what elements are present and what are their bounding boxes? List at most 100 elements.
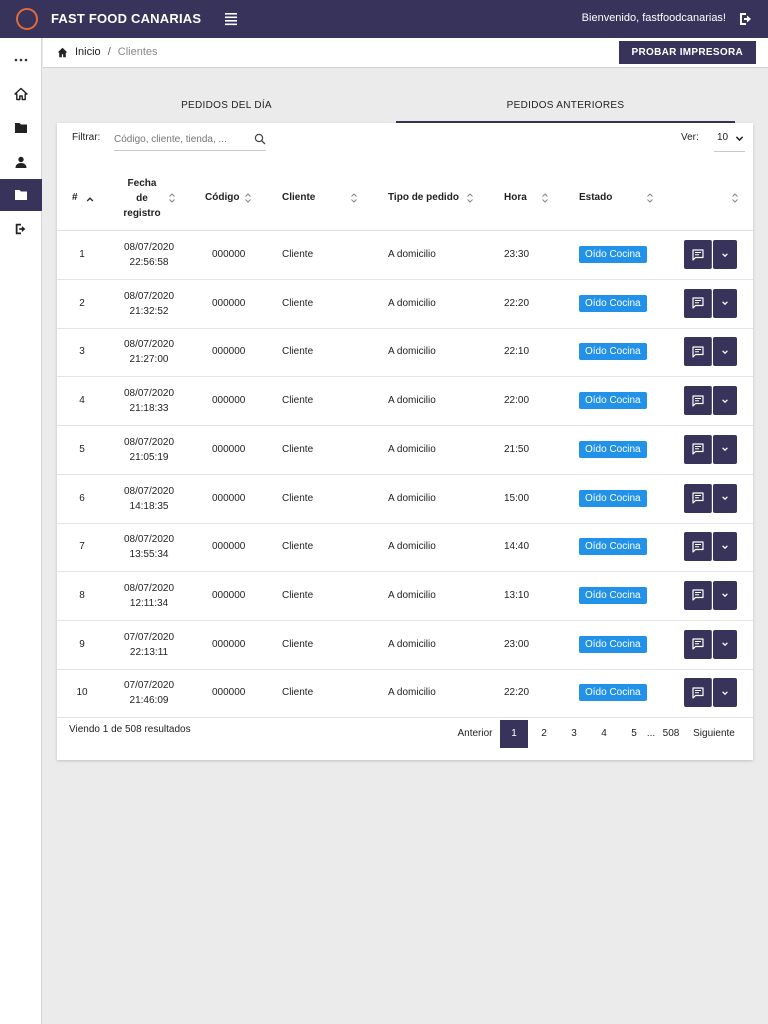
cell-hour: 23:30: [504, 249, 530, 260]
table-row[interactable]: 1 08/07/2020 22:56:58 000000 Cliente A d…: [57, 231, 753, 280]
status-badge: Oído Cocina: [579, 440, 647, 458]
header-client[interactable]: Cliente: [282, 192, 315, 203]
header-status[interactable]: Estado: [579, 192, 612, 203]
logout-icon[interactable]: [738, 11, 754, 27]
cell-order-type: A domicilio: [388, 687, 436, 699]
cell-num: 1: [79, 249, 85, 260]
brand-logo[interactable]: [16, 8, 38, 30]
sort-icon[interactable]: [168, 191, 176, 203]
user-icon[interactable]: [0, 146, 42, 178]
pagination-ellipsis: ...: [646, 728, 656, 739]
row-menu-button[interactable]: [713, 580, 737, 610]
table-row[interactable]: 6 08/07/2020 14:18:35 000000 Cliente A d…: [57, 475, 753, 524]
pagination-next[interactable]: Siguiente: [690, 720, 738, 748]
tab-previous-orders[interactable]: PEDIDOS ANTERIORES: [396, 92, 735, 123]
cell-date-day: 08/07/2020: [123, 582, 175, 594]
cell-date-time: 14:18:35: [129, 500, 169, 512]
comment-button[interactable]: [684, 580, 712, 610]
cell-client: Cliente: [282, 346, 314, 358]
sort-asc-icon[interactable]: [86, 192, 94, 204]
cell-order-type: A domicilio: [388, 249, 436, 260]
cell-date: 08/07/2020 21:27:00: [113, 337, 185, 367]
tab-today-orders[interactable]: PEDIDOS DEL DÍA: [57, 92, 396, 123]
row-menu-button[interactable]: [713, 629, 737, 659]
sort-icon[interactable]: [350, 191, 358, 203]
pagination-page-1[interactable]: 1: [500, 720, 528, 748]
row-menu-button[interactable]: [713, 337, 737, 367]
brand-name[interactable]: FAST FOOD CANARIAS: [51, 11, 201, 26]
home-icon[interactable]: [57, 47, 68, 58]
home-icon[interactable]: [0, 78, 42, 110]
row-menu-button[interactable]: [713, 386, 737, 416]
sidebar-logout-icon[interactable]: [0, 213, 42, 245]
table-row[interactable]: 5 08/07/2020 21:05:19 000000 Cliente A d…: [57, 426, 753, 475]
chevron-down-icon: [722, 350, 728, 354]
more-icon[interactable]: [0, 44, 42, 76]
sort-icon[interactable]: [541, 191, 549, 203]
comment-button[interactable]: [684, 386, 712, 416]
comment-button[interactable]: [684, 483, 712, 513]
cell-order-type: A domicilio: [388, 297, 436, 309]
cell-order-type: A domicilio: [388, 346, 436, 358]
pagination-page-3[interactable]: 3: [560, 720, 588, 748]
comment-button[interactable]: [684, 678, 712, 708]
comment-icon: [691, 346, 704, 358]
search-icon[interactable]: [254, 132, 266, 145]
comment-button[interactable]: [684, 434, 712, 464]
pagination-page-2[interactable]: 2: [530, 720, 558, 748]
cell-num: 6: [79, 492, 85, 504]
chevron-down-icon: [735, 136, 744, 142]
header-code[interactable]: Código: [205, 192, 239, 203]
comment-button[interactable]: [684, 629, 712, 659]
row-menu-button[interactable]: [713, 483, 737, 513]
chevron-down-icon: [722, 545, 728, 549]
table-row[interactable]: 10 07/07/2020 21:46:09 000000 Cliente A …: [57, 669, 753, 719]
table-row[interactable]: 2 08/07/2020 21:32:52 000000 Cliente A d…: [57, 280, 753, 329]
table-row[interactable]: 4 08/07/2020 21:18:33 000000 Cliente A d…: [57, 377, 753, 427]
breadcrumb-separator: /: [107, 46, 111, 58]
filter-input[interactable]: [114, 129, 266, 151]
sort-icon[interactable]: [646, 191, 654, 203]
chevron-down-icon: [722, 496, 728, 501]
header-num[interactable]: #: [72, 192, 78, 203]
row-menu-button[interactable]: [713, 532, 737, 562]
comment-button[interactable]: [684, 288, 712, 318]
sort-icon[interactable]: [244, 191, 252, 203]
sort-icon[interactable]: [731, 191, 739, 203]
table-row[interactable]: 8 08/07/2020 12:11:34 000000 Cliente A d…: [57, 572, 753, 621]
cell-code: 000000: [212, 589, 246, 601]
comment-icon: [691, 443, 704, 455]
row-menu-button[interactable]: [713, 288, 737, 318]
header-date[interactable]: Fecha de registro: [119, 176, 165, 221]
cell-date: 07/07/2020 21:46:09: [113, 678, 185, 708]
comment-button[interactable]: [684, 337, 712, 367]
cell-code: 000000: [212, 687, 246, 699]
row-menu-button[interactable]: [713, 240, 737, 269]
comment-button[interactable]: [684, 240, 712, 269]
header-hour[interactable]: Hora: [504, 192, 527, 203]
table-row[interactable]: 7 08/07/2020 13:55:34 000000 Cliente A d…: [57, 523, 753, 573]
pagination: Anterior 1 2 3 4 5 ... 508 Siguiente: [57, 720, 753, 748]
table-row[interactable]: 3 08/07/2020 21:27:00 000000 Cliente A d…: [57, 328, 753, 378]
row-menu-button[interactable]: [713, 434, 737, 464]
table-row[interactable]: 9 07/07/2020 22:13:11 000000 Cliente A d…: [57, 621, 753, 670]
header-order-type[interactable]: Tipo de pedido: [388, 192, 459, 203]
folder-open-icon[interactable]: [0, 179, 42, 211]
pagination-last-page[interactable]: 508: [659, 720, 683, 748]
cell-client: Cliente: [282, 492, 314, 504]
cell-date-time: 21:32:52: [129, 305, 169, 317]
status-badge: Oído Cocina: [579, 294, 647, 312]
comment-button[interactable]: [684, 532, 712, 562]
breadcrumb-home[interactable]: Inicio: [75, 46, 101, 58]
page-size-select[interactable]: 10: [714, 129, 745, 152]
cell-code: 000000: [212, 638, 246, 650]
pagination-page-4[interactable]: 4: [590, 720, 618, 748]
cell-date-time: 12:11:34: [129, 597, 169, 609]
pagination-prev[interactable]: Anterior: [454, 720, 496, 748]
sort-icon[interactable]: [466, 191, 474, 203]
cell-num: 10: [76, 687, 88, 699]
hamburger-icon[interactable]: [223, 11, 239, 27]
folder-icon[interactable]: [0, 112, 42, 144]
row-menu-button[interactable]: [713, 678, 737, 708]
print-test-button[interactable]: PROBAR IMPRESORA: [618, 41, 756, 64]
